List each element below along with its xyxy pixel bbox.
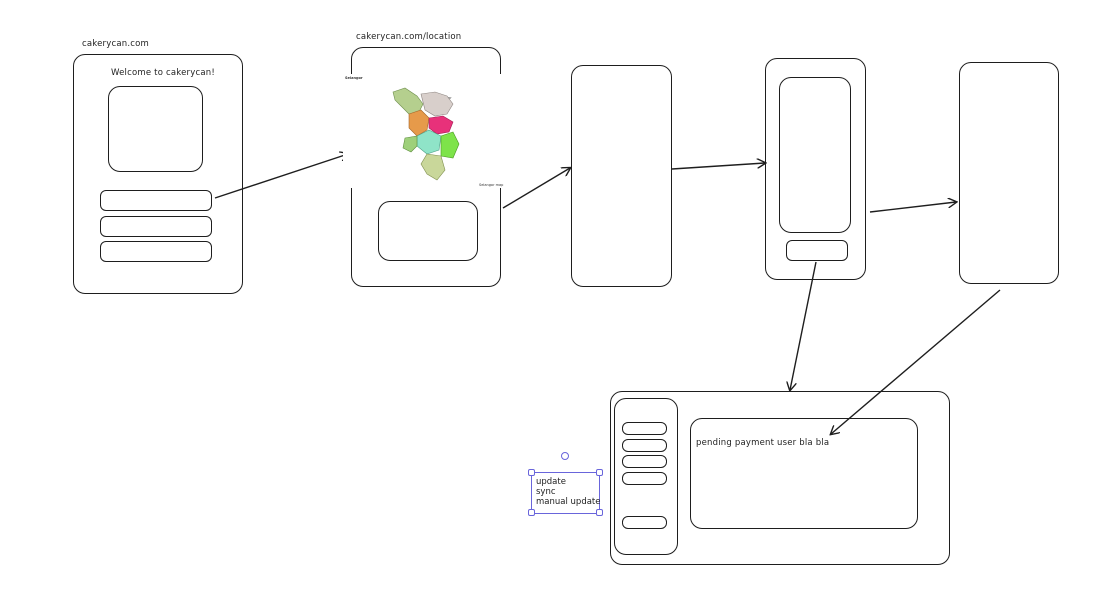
note-line-sync: sync bbox=[536, 487, 556, 497]
note-line-manual-update: manual update bbox=[536, 497, 601, 507]
resize-handle-top-right[interactable] bbox=[596, 469, 603, 476]
screen-frame-3 bbox=[571, 65, 672, 287]
frame2-url-label: cakerycan.com/location bbox=[356, 32, 462, 42]
home-button-3[interactable] bbox=[100, 241, 212, 262]
welcome-heading: Welcome to cakerycan! bbox=[111, 68, 215, 78]
sidebar-item-3[interactable] bbox=[622, 455, 667, 468]
sidebar-item-2[interactable] bbox=[622, 439, 667, 452]
arrow-location-to-frame3 bbox=[502, 168, 570, 209]
arrow-frame4-to-dashboard bbox=[790, 261, 817, 390]
arrow-frame4-to-frame5 bbox=[869, 202, 956, 213]
home-button-1[interactable] bbox=[100, 190, 212, 211]
map-image: Selangor Hulu Selangor Selangor map bbox=[343, 74, 503, 188]
rotation-handle[interactable] bbox=[561, 452, 569, 460]
frame4-content-panel bbox=[779, 77, 851, 233]
resize-handle-top-left[interactable] bbox=[528, 469, 535, 476]
note-text[interactable]: update sync manual update bbox=[536, 477, 601, 507]
note-line-update: update bbox=[536, 477, 566, 487]
frame4-action-button[interactable] bbox=[786, 240, 848, 261]
sidebar-item-4[interactable] bbox=[622, 472, 667, 485]
resize-handle-bottom-right[interactable] bbox=[596, 509, 603, 516]
dashboard-content-panel bbox=[690, 418, 918, 529]
frame1-url-label: cakerycan.com bbox=[82, 39, 149, 49]
dashboard-content-text: pending payment user bla bla bbox=[696, 438, 830, 448]
arrow-frame3-to-frame4 bbox=[671, 163, 765, 170]
resize-handle-bottom-left[interactable] bbox=[528, 509, 535, 516]
selangor-map-illustration bbox=[392, 87, 460, 181]
home-image-placeholder bbox=[108, 86, 203, 172]
screen-frame-5 bbox=[959, 62, 1059, 284]
location-info-card bbox=[378, 201, 478, 261]
sidebar-item-bottom[interactable] bbox=[622, 516, 667, 529]
home-button-2[interactable] bbox=[100, 216, 212, 237]
sidebar-item-1[interactable] bbox=[622, 422, 667, 435]
